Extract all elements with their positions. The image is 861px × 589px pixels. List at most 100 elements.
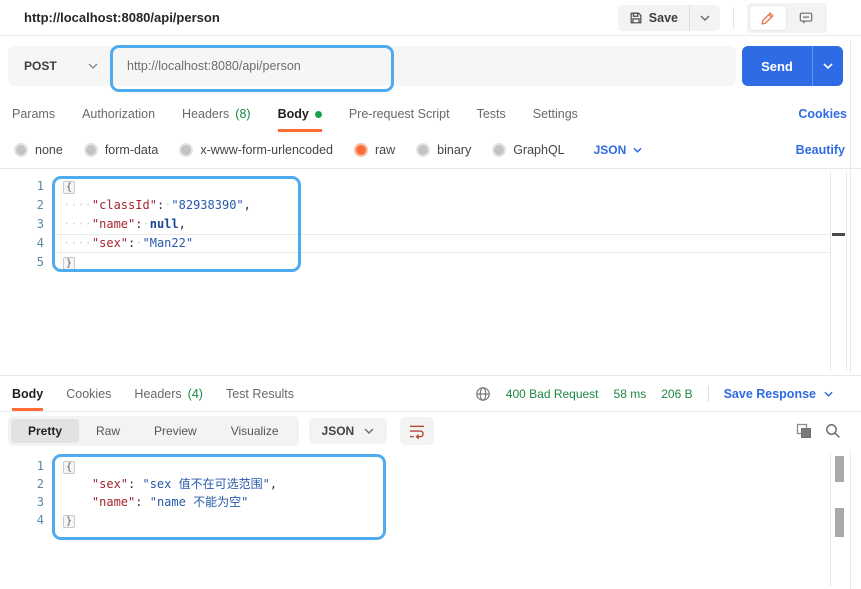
save-response-button[interactable]: Save Response xyxy=(724,387,833,401)
tab-label: Params xyxy=(12,107,55,121)
token-pn xyxy=(63,495,92,509)
beautify-link[interactable]: Beautify xyxy=(796,143,845,157)
line-number: 3 xyxy=(0,215,50,234)
response-meta-row: Body Cookies Headers (4) Test Results 400 Ba… xyxy=(0,376,861,412)
line-number: 1 xyxy=(0,457,50,475)
response-format-dropdown[interactable]: JSON xyxy=(309,418,388,444)
edit-button[interactable] xyxy=(750,6,786,30)
code-text: { xyxy=(50,177,75,196)
method-selector[interactable]: POST xyxy=(8,46,112,86)
token-pn xyxy=(63,477,92,491)
token-key: "sex" xyxy=(92,477,128,491)
tab-label: Tests xyxy=(477,107,506,121)
request-tabs: Params Authorization Headers(8) Body Pre-req… xyxy=(0,96,861,132)
body-type-label: raw xyxy=(375,143,395,157)
header-separator xyxy=(733,7,734,29)
editor-overview-ruler[interactable] xyxy=(830,172,847,371)
response-size[interactable]: 206 B xyxy=(661,387,692,401)
response-tab-cookies[interactable]: Cookies xyxy=(66,376,111,411)
view-mode-visualize[interactable]: Visualize xyxy=(214,419,296,443)
response-status-cluster: 400 Bad Request 58 ms 206 B Save Respons… xyxy=(475,386,833,402)
request-title: http://localhost:8080/api/person xyxy=(24,10,220,25)
token-pn: : xyxy=(128,477,142,491)
response-toolbar: PrettyRawPreviewVisualize JSON xyxy=(0,412,861,450)
line-number: 2 xyxy=(0,196,50,215)
tab-body[interactable]: Body xyxy=(278,96,322,132)
tab-label: Body xyxy=(278,107,309,121)
save-button[interactable]: Save xyxy=(618,5,690,31)
response-tab-test-results[interactable]: Test Results xyxy=(226,376,294,411)
response-overview-ruler[interactable] xyxy=(830,453,847,586)
chevron-down-icon xyxy=(364,428,374,434)
line-wrap-button[interactable] xyxy=(400,417,434,445)
token-str: "name 不能为空" xyxy=(150,495,249,509)
request-body-editor[interactable]: 1{2····"classId":·"82938390",3····"name"… xyxy=(0,169,861,375)
tab-pre-request-script[interactable]: Pre-request Script xyxy=(349,96,450,132)
token-str: "82938390" xyxy=(171,198,243,212)
body-type-x-www-form-urlencoded[interactable]: x-www-form-urlencoded xyxy=(179,143,333,157)
tab-params[interactable]: Params xyxy=(12,96,55,132)
token-fold: { xyxy=(63,181,75,194)
response-tab-body[interactable]: Body xyxy=(12,376,43,411)
save-button-label: Save xyxy=(649,11,678,25)
body-type-label: GraphQL xyxy=(513,143,564,157)
tab-authorization[interactable]: Authorization xyxy=(82,96,155,132)
response-body-editor[interactable]: 1{2 "sex": "sex 值不在可选范围",3 "name": "name… xyxy=(0,450,861,589)
comment-icon xyxy=(799,11,813,25)
chevron-down-icon xyxy=(823,63,833,69)
tab-tests[interactable]: Tests xyxy=(477,96,506,132)
method-label: POST xyxy=(24,59,57,73)
token-ws: ···· xyxy=(63,198,92,212)
body-type-binary[interactable]: binary xyxy=(416,143,471,157)
tab-count: (4) xyxy=(188,387,203,401)
request-body-code: 1{2····"classId":·"82938390",3····"name"… xyxy=(0,177,861,272)
unsaved-changes-dot-icon xyxy=(315,111,322,118)
code-line: 5} xyxy=(0,253,861,272)
status-badge[interactable]: 400 Bad Request xyxy=(506,387,599,401)
url-input[interactable]: http://localhost:8080/api/person xyxy=(112,46,736,86)
save-options-button[interactable] xyxy=(690,5,720,31)
radio-icon xyxy=(84,143,98,157)
comment-button[interactable] xyxy=(788,6,824,30)
copy-icon[interactable] xyxy=(796,423,812,439)
line-number: 4 xyxy=(0,234,50,253)
token-fold: } xyxy=(63,257,75,270)
code-line: 4} xyxy=(0,511,861,529)
network-globe-icon[interactable] xyxy=(475,386,491,402)
tab-headers[interactable]: Headers(8) xyxy=(182,96,251,132)
view-mode-raw[interactable]: Raw xyxy=(79,419,137,443)
search-icon[interactable] xyxy=(825,423,841,439)
body-type-graphql[interactable]: GraphQL xyxy=(492,143,564,157)
body-type-row: none form-data x-www-form-urlencoded raw bin… xyxy=(0,132,861,168)
cookies-link[interactable]: Cookies xyxy=(798,107,847,121)
token-null: null xyxy=(150,217,179,231)
send-options-button[interactable] xyxy=(813,46,843,86)
save-icon xyxy=(629,11,643,25)
code-text: ····"classId":·"82938390", xyxy=(50,196,251,215)
response-tab-headers[interactable]: Headers (4) xyxy=(134,376,203,411)
overview-ruler-cursor-mark xyxy=(832,233,845,236)
view-mode-pretty[interactable]: Pretty xyxy=(11,419,79,443)
body-format-dropdown[interactable]: JSON xyxy=(594,143,643,157)
response-time[interactable]: 58 ms xyxy=(614,387,647,401)
token-pn: : xyxy=(135,217,142,231)
tab-label: Cookies xyxy=(66,387,111,401)
line-number: 5 xyxy=(0,253,50,272)
code-line: 3····"name":·null, xyxy=(0,215,861,234)
body-type-raw[interactable]: raw xyxy=(354,143,395,157)
response-scrollbar-track[interactable] xyxy=(850,450,851,589)
token-str: "sex 值不在可选范围" xyxy=(142,477,269,491)
code-line: 1{ xyxy=(0,177,861,196)
line-number: 1 xyxy=(0,177,50,196)
tab-label: Authorization xyxy=(82,107,155,121)
tab-label: Headers xyxy=(134,387,181,401)
pane-scrollbar-track[interactable] xyxy=(850,40,851,373)
view-mode-preview[interactable]: Preview xyxy=(137,419,214,443)
body-type-form-data[interactable]: form-data xyxy=(84,143,159,157)
body-type-label: binary xyxy=(437,143,471,157)
send-button-label: Send xyxy=(761,59,793,74)
body-type-none[interactable]: none xyxy=(14,143,63,157)
send-button[interactable]: Send xyxy=(742,46,813,86)
tab-label: Test Results xyxy=(226,387,294,401)
tab-settings[interactable]: Settings xyxy=(533,96,578,132)
